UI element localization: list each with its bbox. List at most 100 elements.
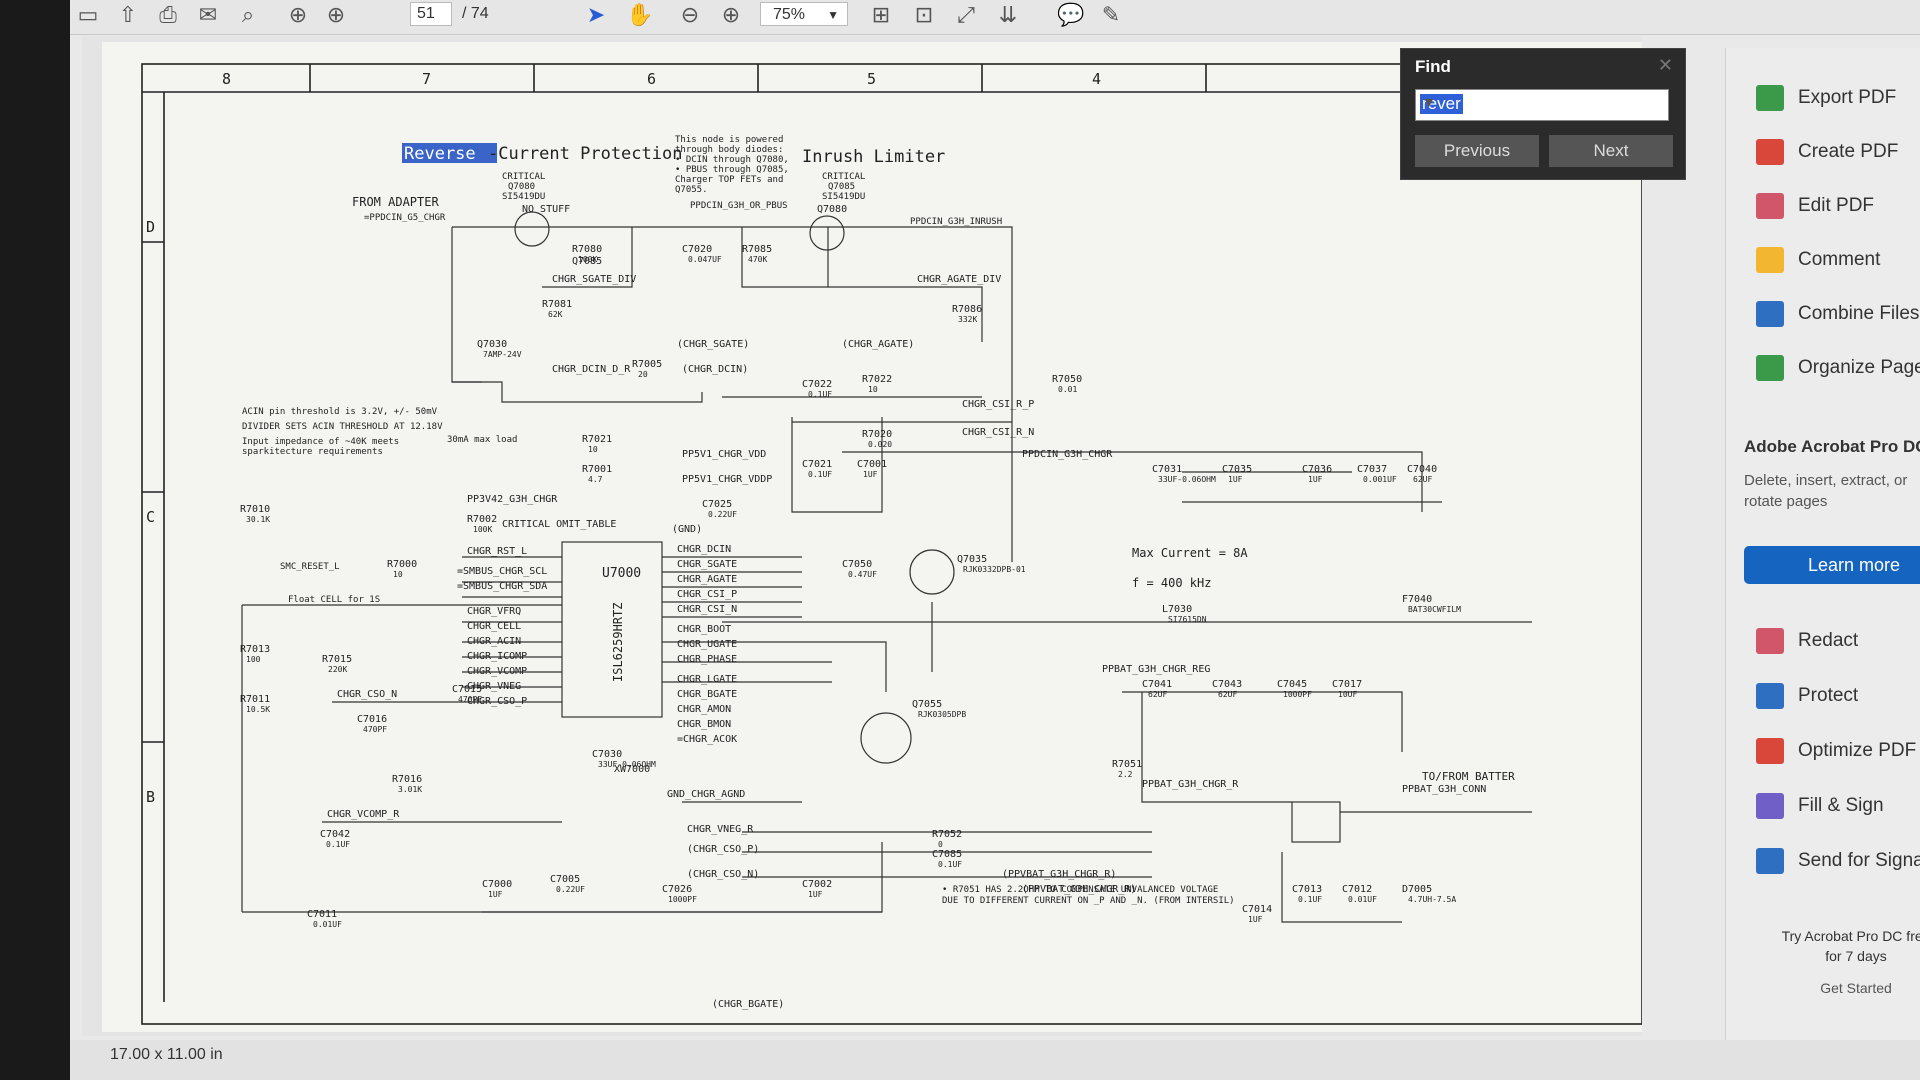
component-value: 33UF-0.06OHM [598, 760, 656, 769]
fullscreen-icon[interactable]: ⤢ [950, 0, 982, 30]
comment-icon[interactable]: 💬 [1055, 0, 1087, 30]
schematic-label: CHGR_VNEG_R [687, 824, 754, 835]
schematic-label: CHGR_UGATE [677, 639, 737, 650]
tool-organize-pages[interactable]: Organize Pages⌃ [1756, 353, 1920, 383]
tool-export-pdf[interactable]: Export PDF⌄ [1756, 83, 1896, 113]
schematic-label: CRITICAL OMIT_TABLE [502, 519, 616, 530]
schematic-label: CHGR_BGATE [677, 689, 737, 700]
zoom-in-icon[interactable]: ⊕ [715, 0, 747, 30]
schematic-label: =SMBUS_CHGR_SDA [457, 581, 547, 592]
q7080-crit: CRITICAL [502, 172, 545, 182]
component-value: 1UF [1308, 475, 1323, 484]
pen-icon[interactable]: ✎ [1095, 0, 1127, 30]
select-arrow-icon[interactable]: ➤ [580, 0, 612, 30]
get-started-link[interactable]: Get Started [1786, 980, 1920, 996]
mail-icon[interactable]: ✉ [192, 0, 224, 30]
close-icon[interactable]: ✕ [1658, 55, 1673, 76]
component-value: 20 [638, 370, 648, 379]
save-icon[interactable]: ▭ [72, 0, 104, 30]
schematic-label: CHGR_AMON [677, 704, 731, 715]
tool-create-pdf[interactable]: Create PDF⌄ [1756, 137, 1898, 167]
search-icon[interactable]: ⌕ [232, 0, 264, 30]
find-input[interactable]: rever ▼ [1415, 89, 1669, 121]
tool-send-for-signature[interactable]: Send for Signature [1756, 846, 1920, 876]
tool-label: Create PDF [1798, 141, 1899, 162]
schematic-label: C7014 [1242, 904, 1272, 915]
page-number-input[interactable]: 51 [410, 2, 452, 26]
component-value: 1UF [863, 470, 878, 479]
schematic-label: C7042 [320, 829, 350, 840]
component-value: 30.1K [246, 515, 270, 524]
previous-button[interactable]: Previous [1415, 135, 1539, 167]
schematic-label: R7001 [582, 464, 612, 475]
tool-redact[interactable]: Redact [1756, 626, 1858, 656]
tool-comment[interactable]: Comment [1756, 245, 1880, 275]
component-value: 0.1UF [808, 470, 832, 479]
component-value: 0.22UF [556, 885, 585, 894]
scroll-mode-icon[interactable]: ⇊ [992, 0, 1024, 30]
schematic-label: R7086 [952, 304, 982, 315]
schematic-label: Q7030 [477, 339, 507, 350]
chevron-down-icon[interactable]: ▼ [1420, 94, 1662, 110]
schematic-label: CHGR_VNEG [467, 681, 521, 692]
row-label-c: C [146, 508, 155, 526]
schematic-label: CHGR_SGATE [677, 559, 737, 570]
inrush-title: Inrush Limiter [802, 147, 945, 167]
component-value: 470K [748, 255, 767, 264]
schematic-label: CHGR_VFRQ [467, 606, 521, 617]
zoom-select[interactable]: 75% ▼ [760, 2, 848, 26]
schematic-label: R7081 [542, 299, 572, 310]
tool-label: Redact [1798, 630, 1859, 651]
schematic-label: C7035 [1222, 464, 1252, 475]
upload-icon[interactable]: ⇧ [112, 0, 144, 30]
schematic-label: C7036 [1302, 464, 1332, 475]
print-icon[interactable]: ⎙ [152, 0, 184, 30]
schematic-label: C7012 [1342, 884, 1372, 895]
promo-description: Delete, insert, extract, or rotate pages [1744, 472, 1908, 510]
tool-protect[interactable]: Protect [1756, 681, 1858, 711]
component-value: 0.001UF [1363, 475, 1397, 484]
schematic-label: NO STUFF [522, 204, 570, 215]
schematic-label: R7015 [322, 654, 352, 665]
zoom-out-icon[interactable]: ⊖ [674, 0, 706, 30]
note-powered-0: This node is powered [675, 135, 783, 145]
tool-optimize-pdf[interactable]: Optimize PDF [1756, 736, 1916, 766]
next-button[interactable]: Next [1549, 135, 1673, 167]
page-total: / 74 [462, 5, 489, 22]
schematic-label: R7050 [1052, 374, 1082, 385]
fit-page-icon[interactable]: ⊞ [865, 0, 897, 30]
schematic-label: R7080 [572, 244, 602, 255]
schematic-label: C7037 [1357, 464, 1387, 475]
component-value: RJK0332DPB-01 [963, 565, 1026, 574]
schematic-drawing: 8 7 6 5 4 D C B Reverse -Current Protect… [141, 63, 1643, 1025]
fit-width-icon[interactable]: ⊡ [908, 0, 940, 30]
schematic-label: C7002 [802, 879, 832, 890]
page-down-icon[interactable]: ⊕ [320, 0, 352, 30]
component-value: 10 [868, 385, 878, 394]
schematic-label: C7041 [1142, 679, 1172, 690]
create-pdf-icon [1756, 139, 1784, 165]
tool-combine-files[interactable]: Combine Files⌄ [1756, 299, 1919, 329]
schematic-label: CHGR_CSI_R_P [962, 399, 1034, 410]
comment-icon [1756, 247, 1784, 273]
component-value: 1UF [1228, 475, 1243, 484]
document-viewport[interactable]: 8 7 6 5 4 D C B Reverse -Current Protect… [82, 36, 1643, 1036]
page-up-icon[interactable]: ⊕ [282, 0, 314, 30]
tool-edit-pdf[interactable]: Edit PDF [1756, 191, 1874, 221]
component-value: 4.7 [588, 475, 603, 484]
col-label-6: 6 [647, 70, 656, 88]
edit-pdf-icon [1756, 193, 1784, 219]
component-value: 0.1UF [808, 390, 832, 399]
component-value: 2.2 [1118, 770, 1133, 779]
component-value: 10 [588, 445, 598, 454]
learn-more-button[interactable]: Learn more [1744, 546, 1920, 584]
hand-icon[interactable]: ✋ [624, 0, 656, 30]
component-value: 7AMP-24V [483, 350, 522, 359]
note-powered-5: Q7055. [675, 185, 708, 195]
schematic-label: C7013 [1292, 884, 1322, 895]
acin-note-0: ACIN pin threshold is 3.2V, +/- 50mV [242, 407, 438, 417]
schematic-label: R7013 [240, 644, 270, 655]
component-labels: R7080 R7085 R7081 R7086 R7005 R7001 R7002 R7000… [240, 204, 1486, 1010]
tool-fill-sign[interactable]: Fill & Sign [1756, 791, 1884, 821]
schematic-label: CHGR_CELL [467, 621, 521, 632]
